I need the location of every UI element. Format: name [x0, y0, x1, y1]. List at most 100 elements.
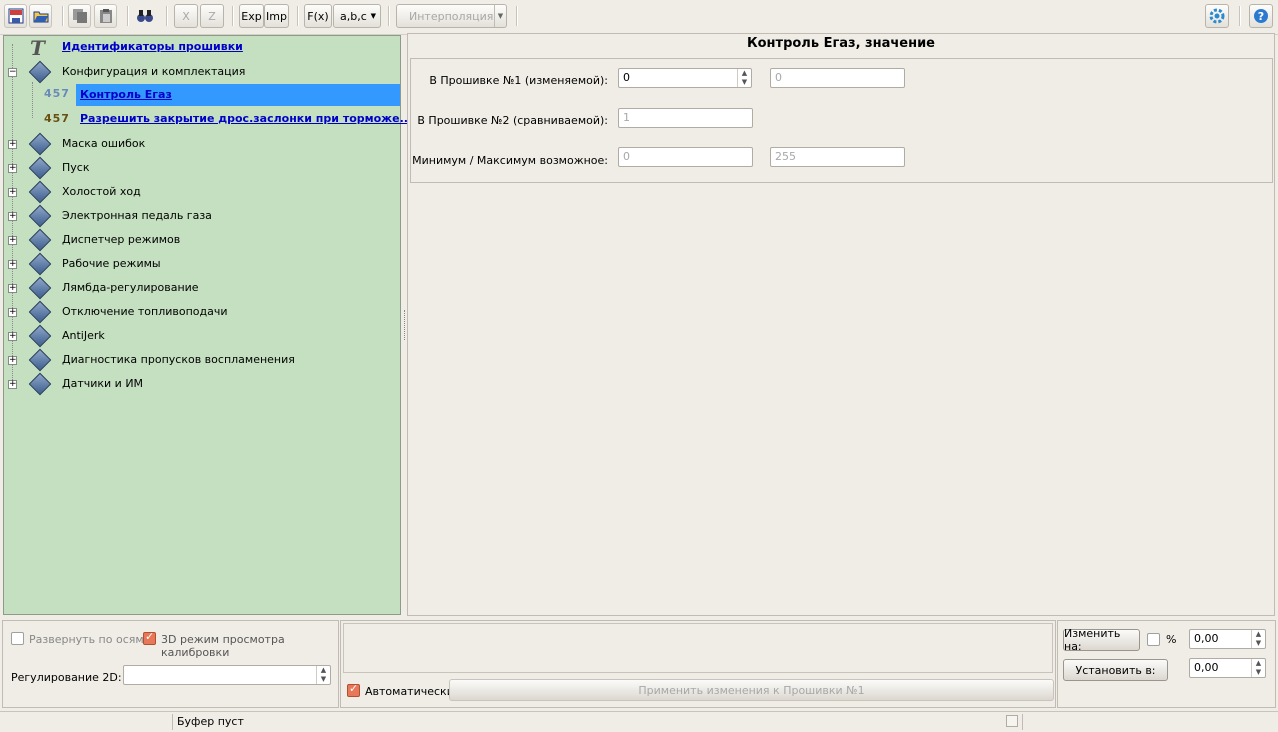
settings-gear-icon[interactable] [1205, 4, 1229, 28]
tree-item-gas-pedal[interactable]: + Электронная педаль газа [4, 204, 400, 228]
tree-item-lambda[interactable]: + Лямбда-регулирование [4, 276, 400, 300]
abc-dropdown-label: a,b,c [340, 9, 367, 23]
message-area [343, 623, 1053, 673]
help-icon[interactable]: ? [1249, 4, 1273, 28]
expand-icon[interactable]: + [8, 284, 17, 293]
mode3d-checkbox[interactable] [143, 630, 156, 645]
folder-book-icon [28, 132, 52, 156]
expand-icon[interactable]: + [8, 380, 17, 389]
fw1-value-spinbox[interactable]: 0 ▲ ▼ [618, 68, 752, 88]
z-axis-button[interactable]: Z [200, 4, 224, 28]
reg2d-combobox[interactable]: ▲ ▼ [123, 665, 331, 685]
bottom-panel: Развернуть по осям 3D режим просмотра ка… [0, 618, 1278, 710]
folder-book-icon [28, 228, 52, 252]
tree-item-throttle-close[interactable]: 457 Разрешить закрытие дрос.заслонки при… [4, 108, 412, 132]
x-axis-button[interactable]: X [174, 4, 198, 28]
tree-item-work-modes[interactable]: + Рабочие режимы [4, 252, 400, 276]
tree-item-label: Контроль Егаз [80, 88, 172, 101]
import-button[interactable]: Imp [264, 4, 289, 28]
tree-item-mode-dispatcher[interactable]: + Диспетчер режимов [4, 228, 400, 252]
tree-item-misfire[interactable]: + Диагностика пропусков воспламенения [4, 348, 400, 372]
number-param-icon: 457 [44, 87, 70, 100]
binoculars-icon[interactable] [133, 4, 156, 28]
spin-arrows-icon[interactable]: ▲ ▼ [316, 666, 330, 684]
spin-arrows-icon[interactable]: ▲ ▼ [1251, 659, 1265, 677]
tree-item-label: Диагностика пропусков воспламенения [62, 353, 295, 366]
spin-arrows-icon[interactable]: ▲ ▼ [737, 69, 751, 87]
collapse-icon[interactable]: − [8, 68, 17, 77]
tree-item-idle[interactable]: + Холостой ход [4, 180, 400, 204]
export-button[interactable]: Exp [239, 4, 264, 28]
tree-item-label: Разрешить закрытие дрос.заслонки при тор… [80, 112, 413, 125]
set-to-button[interactable]: Установить в: [1063, 659, 1168, 681]
expand-icon[interactable]: + [8, 164, 17, 173]
expand-icon[interactable]: + [8, 308, 17, 317]
calibration-tree[interactable]: T Идентификаторы прошивки − Конфигурация… [3, 35, 412, 615]
separator [232, 6, 234, 26]
tree-item-label: Датчики и ИМ [62, 377, 144, 390]
expand-axes-checkbox[interactable] [11, 632, 24, 645]
fw1-label: В Прошивке №1 (изменяемой): [429, 74, 608, 87]
abc-dropdown[interactable]: a,b,c ▼ [333, 4, 381, 28]
expand-icon[interactable]: + [8, 188, 17, 197]
folder-book-icon [28, 60, 52, 84]
min-value-field: 0 [618, 147, 753, 167]
expand-icon[interactable]: + [8, 356, 17, 365]
open-folder-icon[interactable] [29, 4, 52, 28]
adjust-box: Изменить на: % 0,00 ▲ ▼ Установить в: 0,0… [1057, 620, 1276, 708]
tree-item-configuration[interactable]: − Конфигурация и комплектация [4, 60, 400, 84]
set-value: 0,00 [1194, 661, 1219, 674]
tree-item-label: Конфигурация и комплектация [62, 65, 246, 78]
tree-item-label: Идентификаторы прошивки [62, 40, 243, 53]
expand-icon[interactable]: + [8, 236, 17, 245]
fw2-value-field: 1 [618, 108, 753, 128]
number-param-icon: 457 [44, 112, 70, 125]
separator [127, 6, 129, 26]
view-options-box: Развернуть по осям 3D режим просмотра ка… [2, 620, 339, 708]
apply-changes-button[interactable]: Применить изменения к Прошивки №1 [449, 679, 1054, 701]
mode3d-label: 3D режим просмотра калибровки [161, 633, 285, 659]
fw2-label: В Прошивке №2 (сравниваемой): [417, 114, 608, 127]
separator [297, 6, 299, 26]
tree-item-start[interactable]: + Пуск [4, 156, 400, 180]
auto-checkbox[interactable] [347, 682, 360, 697]
tree-item-firmware-ids[interactable]: T Идентификаторы прошивки [4, 36, 400, 60]
tree-item-fuel-cutoff[interactable]: + Отключение топливоподачи [4, 300, 400, 324]
percent-checkbox[interactable] [1147, 633, 1160, 646]
chevron-down-icon: ▼ [494, 5, 506, 27]
expand-icon[interactable]: + [8, 332, 17, 341]
interpolation-dropdown[interactable]: Интерполяция ▼ [396, 4, 507, 28]
tree-item-label: Отключение топливоподачи [62, 305, 228, 318]
change-value: 0,00 [1194, 632, 1219, 645]
expand-icon[interactable]: + [8, 260, 17, 269]
change-value-spinbox[interactable]: 0,00 ▲ ▼ [1189, 629, 1266, 649]
buffer-status: Буфер пуст [177, 715, 244, 728]
expand-icon[interactable]: + [8, 140, 17, 149]
tree-item-antijerk[interactable]: + AntiJerk [4, 324, 400, 348]
tree-item-egaz-control[interactable]: 457 Контроль Егаз [4, 84, 400, 108]
tree-item-label: Диспетчер режимов [62, 233, 181, 246]
change-by-button[interactable]: Изменить на: [1063, 627, 1140, 653]
set-value-spinbox[interactable]: 0,00 ▲ ▼ [1189, 658, 1266, 678]
fw1-value: 0 [623, 71, 630, 84]
copy-icon[interactable] [68, 4, 91, 28]
folder-book-icon [28, 372, 52, 396]
splitter-grip [404, 310, 406, 340]
tree-item-label: AntiJerk [62, 329, 105, 342]
tree-item-label: Лямбда-регулирование [62, 281, 199, 294]
status-separator [1022, 714, 1023, 730]
spin-arrows-icon[interactable]: ▲ ▼ [1251, 630, 1265, 648]
minmax-label: Минимум / Максимум возможное: [412, 154, 608, 167]
function-button[interactable]: F(x) [304, 4, 332, 28]
paste-icon[interactable] [94, 4, 117, 28]
status-indicator [1006, 715, 1018, 727]
expand-icon[interactable]: + [8, 212, 17, 221]
save-icon[interactable] [4, 4, 27, 28]
folder-book-icon [28, 156, 52, 180]
separator [516, 6, 518, 26]
reg2d-label: Регулирование 2D: [11, 671, 122, 684]
tree-item-label: Рабочие режимы [62, 257, 161, 270]
tree-item-error-mask[interactable]: + Маска ошибок [4, 132, 400, 156]
tree-item-sensors[interactable]: + Датчики и ИМ [4, 372, 400, 396]
svg-text:?: ? [1258, 10, 1264, 23]
